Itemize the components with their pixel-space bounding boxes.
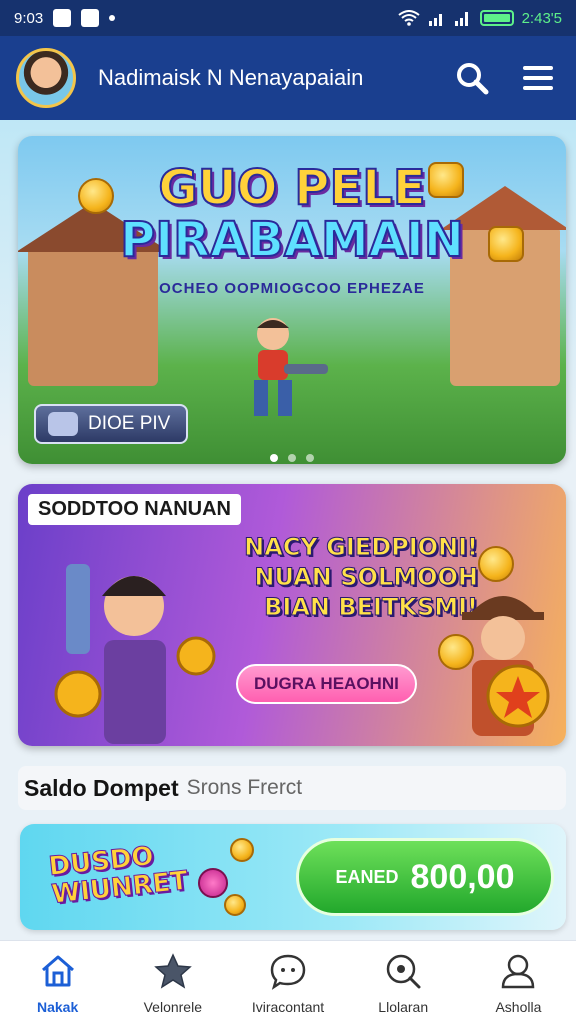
battery-icon (479, 10, 514, 26)
hero-banner[interactable]: GUO PELE PIRABAMAIN OCHEO OOPMIOGCOO EPH… (18, 136, 566, 464)
wallet-card: DUSDO WIUNRET EANED 800,00 (20, 824, 566, 930)
nav-label-chat: Iviracontant (251, 998, 325, 1015)
notification-dot-icon (109, 15, 116, 21)
gallery-icon (81, 9, 100, 27)
app-bar: Nadimaisk N Nenayapaiain (0, 36, 576, 120)
notification-icon (53, 9, 72, 27)
nav-label-profile: Asholla (495, 998, 542, 1015)
home-icon (41, 955, 74, 986)
hero-character-illustration (254, 318, 328, 416)
nav-item-star[interactable]: Velonrele (115, 941, 230, 1024)
coin-icon (438, 634, 474, 670)
carousel-pager (18, 454, 566, 462)
promo-headline: NACY GIEDPIONI! NUAN SOLMOOH BIAN BEITKS… (218, 532, 479, 622)
nav-label-star: Velonrele (143, 998, 202, 1015)
star-icon (153, 952, 192, 989)
app-title: Nadimaisk N Nenayapaiain (98, 65, 364, 90)
wallet-amount: 800,00 (410, 857, 515, 896)
wallet-section-subtitle: Srons Frerct (186, 776, 303, 799)
search-button[interactable] (450, 56, 494, 100)
nav-item-home[interactable]: Nakak (0, 941, 115, 1024)
wallet-button-label: EANED (335, 866, 399, 887)
promo-banner[interactable]: SODDTOO NANUAN NACY GIEDPIONI! NUAN SOLM… (18, 484, 566, 746)
wallet-section-title: Saldo Dompet (24, 774, 179, 801)
promo-headline-line3: BIAN BEITKSMI! (264, 593, 479, 622)
wallet-section-header: Saldo Dompet Srons Frerct (18, 766, 566, 810)
wifi-icon (397, 10, 420, 26)
promo-headline-line1: NACY GIEDPIONI! (244, 533, 479, 562)
coin-icon (478, 546, 514, 582)
promo-cta-button[interactable]: DUGRA HEAOHNI (236, 664, 417, 704)
nav-item-profile[interactable]: Asholla (461, 941, 576, 1024)
bottom-navigation: Nakak Velonrele Iviracontant Llolaran As… (0, 940, 576, 1024)
miner-character-illustration (54, 564, 216, 744)
play-button[interactable]: DIOE PIV (34, 404, 188, 444)
nav-item-chat[interactable]: Iviracontant (230, 941, 345, 1024)
carousel-dot[interactable] (306, 454, 314, 462)
nav-label-home: Nakak (36, 998, 79, 1015)
signal-icon-2 (454, 12, 468, 26)
wallet-balance-button[interactable]: EANED 800,00 (296, 838, 554, 916)
hero-title-line2: PIRABAMAIN (119, 212, 465, 268)
status-right-text: 2:43'5 (521, 9, 562, 27)
status-bar: 9:03 2:43'5 (0, 0, 576, 36)
carousel-dot[interactable] (270, 454, 278, 462)
wallet-logo: DUSDO WIUNRET (47, 839, 190, 911)
hamburger-menu-icon (523, 66, 553, 90)
profile-icon (502, 954, 535, 988)
signal-icon (428, 14, 442, 26)
hero-title-line1: GUO PELE (157, 160, 426, 216)
play-button-label: DIOE PIV (88, 413, 171, 434)
carousel-dot[interactable] (288, 454, 296, 462)
chat-icon (270, 954, 306, 990)
promo-headline-line2: NUAN SOLMOOH (254, 563, 479, 592)
main-content: GUO PELE PIRABAMAIN OCHEO OOPMIOGCOO EPH… (0, 120, 576, 940)
avatar[interactable] (16, 48, 76, 108)
nav-label-search: Llolaran (378, 998, 429, 1015)
status-time: 9:03 (14, 9, 44, 27)
gem-icon (198, 868, 228, 898)
menu-button[interactable] (516, 56, 560, 100)
search-icon (386, 954, 421, 988)
hero-title: GUO PELE PIRABAMAIN (18, 160, 566, 268)
promo-tag: SODDTOO NANUAN (28, 494, 241, 525)
coin-icon (230, 838, 254, 862)
hero-subtitle: OCHEO OOPMIOGCOO EPHEZAE (159, 280, 425, 297)
gamepad-icon (48, 412, 78, 436)
coin-icon (224, 894, 246, 916)
search-icon (457, 63, 489, 95)
nav-item-search[interactable]: Llolaran (346, 941, 461, 1024)
